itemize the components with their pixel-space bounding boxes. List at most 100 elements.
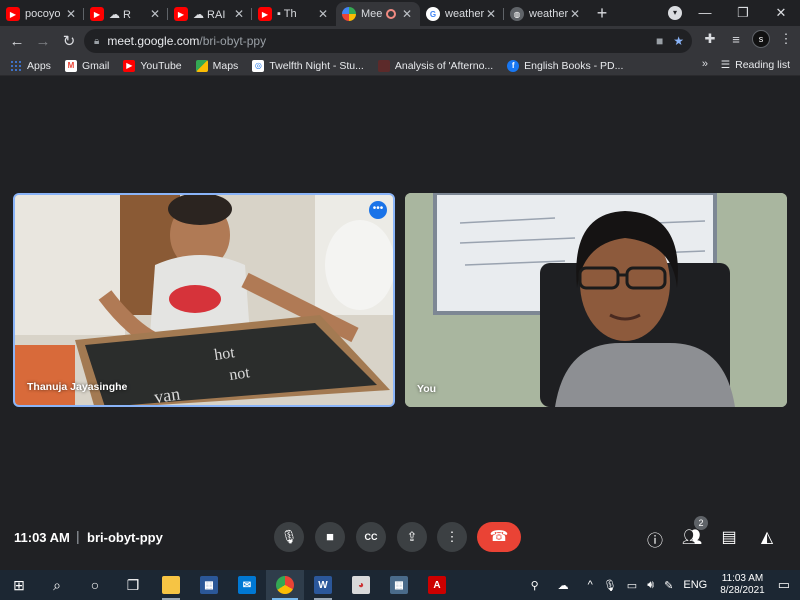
tab-1[interactable]: ▶ pocoyo ✕ [0,2,84,26]
extensions-icon[interactable]: ✚ [700,31,720,47]
people-tray-icon[interactable]: ⚲ [531,579,539,592]
taskbar-store[interactable]: ▦ [190,570,228,600]
show-hidden-icons[interactable]: ^ [588,579,593,591]
tab-4[interactable]: ▶ ▪ Th ✕ [252,2,336,26]
media-control-icon[interactable]: ≡ [726,32,746,47]
tab-7[interactable]: ◍ weather ✕ [504,2,588,26]
close-tab-icon[interactable]: ✕ [316,7,330,21]
onedrive-icon[interactable]: ☁ [558,579,569,592]
reading-list-label: Reading list [735,59,790,71]
search-icon: ⌕ [53,576,61,593]
acrobat-icon: A [428,576,446,594]
more-bookmarks-icon[interactable]: » [702,58,708,70]
close-tab-icon[interactable]: ✕ [148,7,162,21]
taskbar-paint[interactable]: ◕ [342,570,380,600]
tab-title: weather [529,8,568,20]
bookmark-apps[interactable]: Apps [10,59,51,72]
participant-tile-remote[interactable]: hot not van ••• Thanuja Jayasinghe [13,193,395,407]
captions-icon: CC [364,532,378,542]
close-tab-icon[interactable]: ✕ [568,7,582,21]
browser-toolbar: ← → ↻ 🔒︎ meet.google.com/bri-obyt-ppy ■ … [0,26,800,56]
start-button[interactable]: ⊞ [0,570,38,600]
forward-arrow-icon[interactable]: → [30,33,56,50]
youtube-icon: ▶ [174,7,188,21]
activities-icon[interactable]: ◭ [756,527,778,547]
globe-icon: ◍ [510,7,524,21]
language-indicator[interactable]: ENG [683,579,707,591]
svg-text:not: not [228,364,251,384]
bookmark-english-books[interactable]: f English Books - PD... [507,59,623,72]
restore-icon[interactable]: ❐ [724,0,762,26]
youtube-icon: ▶ [6,7,20,21]
volume-icon[interactable]: 🔊︎ [647,579,654,592]
pen-icon[interactable]: ✎ [664,579,673,592]
tab-strip: ▶ pocoyo ✕ ▶ ☁ R ✕ ▶ ☁ RAI ✕ ▶ ▪ Th ✕ Me… [0,0,800,26]
more-options-button[interactable]: ⋮ [437,522,467,552]
profile-avatar[interactable]: s [752,30,770,48]
window-controls: — ❐ ✕ [686,0,800,26]
end-call-button[interactable]: ☎︎ [477,522,521,552]
tab-2[interactable]: ▶ ☁ R ✕ [84,2,168,26]
taskbar-acrobat[interactable]: A [418,570,456,600]
mail-icon: ✉ [238,576,256,594]
clock-time: 11:03 AM [721,573,764,584]
chat-icon[interactable]: ▤ [718,527,740,547]
present-button[interactable]: ⇪ [397,522,427,552]
address-bar[interactable]: 🔒︎ meet.google.com/bri-obyt-ppy ■ ★ [84,29,692,53]
svg-text:hot: hot [213,344,236,364]
tab-title: weather [445,8,484,20]
new-tab-button[interactable]: + [588,2,616,26]
cortana-button[interactable]: ○ [76,570,114,600]
svg-text:van: van [153,384,182,407]
chrome-menu-icon[interactable]: ⋮ [776,31,796,47]
camera-in-use-icon[interactable]: ■ [656,34,663,48]
notifications-icon[interactable]: ▭ [778,577,790,593]
taskbar-word[interactable]: W [304,570,342,600]
tab-search-icon[interactable]: ▾ [668,6,682,20]
more-options-icon[interactable]: ••• [369,201,387,219]
bookmark-maps[interactable]: Maps [195,59,239,72]
participant-tile-self[interactable]: You [405,193,787,407]
lock-icon[interactable]: 🔒︎ [94,36,99,47]
close-tab-icon[interactable]: ✕ [232,7,246,21]
meet-icon [342,7,356,21]
close-tab-icon[interactable]: ✕ [400,7,414,21]
task-view-button[interactable]: ❐ [114,570,152,600]
bookmark-twelfth-night[interactable]: ◎ Twelfth Night - Stu... [252,59,364,72]
search-button[interactable]: ⌕ [38,570,76,600]
tab-meet[interactable]: Mee ✕ [336,2,420,26]
back-arrow-icon[interactable]: ← [4,33,30,50]
participant-count-badge: 2 [694,516,708,530]
close-tab-icon[interactable]: ✕ [64,7,78,21]
taskbar-chrome[interactable] [266,570,304,600]
microphone-button[interactable]: 🎙︎ [274,522,304,552]
camera-button[interactable]: ■ [315,522,345,552]
people-icon[interactable]: 👥︎ [681,527,703,547]
word-icon: W [314,576,332,594]
tab-6[interactable]: G weather ✕ [420,2,504,26]
bookmark-youtube[interactable]: ▶ YouTube [123,59,182,72]
captions-button[interactable]: CC [356,522,386,552]
reload-icon[interactable]: ↻ [56,32,82,50]
bookmark-label: Twelfth Night - Stu... [269,59,364,72]
close-window-icon[interactable]: ✕ [762,0,800,26]
taskbar-calculator[interactable]: ▦ [380,570,418,600]
taskbar-file-explorer[interactable] [152,570,190,600]
network-icon[interactable]: ▭ [627,579,637,592]
bookmark-gmail[interactable]: M Gmail [64,59,109,72]
clock[interactable]: 11:03 AM 8/28/2021 [720,573,765,597]
bookmark-analysis[interactable]: Analysis of 'Afterno... [377,59,493,72]
microphone-tray-icon[interactable]: 🎙︎ [603,579,617,592]
minimize-icon[interactable]: — [686,0,724,26]
reading-list-button[interactable]: ☰ Reading list [721,59,790,71]
bookmark-star-icon[interactable]: ★ [673,34,684,48]
paint-icon: ◕ [352,576,370,594]
close-tab-icon[interactable]: ✕ [484,7,498,21]
meeting-details-icon[interactable]: ⓘ [644,527,666,551]
youtube-icon: ▶ [90,7,104,21]
youtube-icon: ▶ [123,59,136,72]
bookmark-label: Maps [212,59,239,72]
youtube-icon: ▶ [258,7,272,21]
taskbar-mail[interactable]: ✉ [228,570,266,600]
tab-3[interactable]: ▶ ☁ RAI ✕ [168,2,252,26]
